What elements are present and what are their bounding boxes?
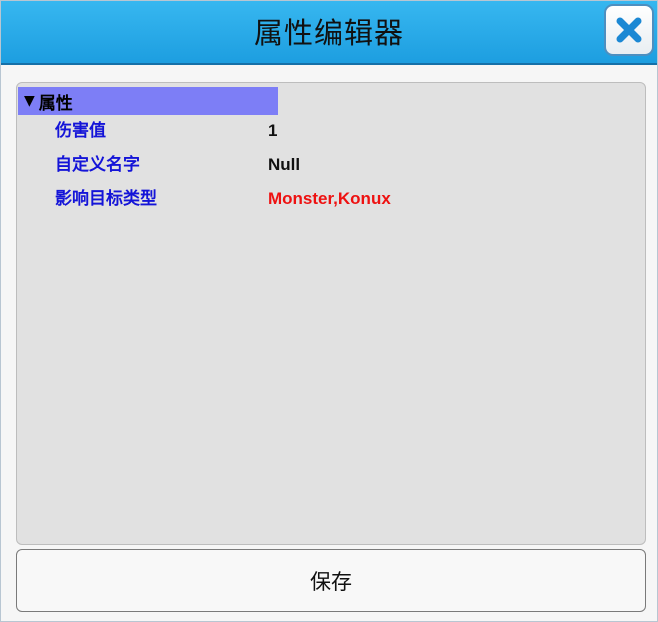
property-row-damage[interactable]: 伤害值 1 (17, 116, 645, 146)
property-row-custom-name[interactable]: 自定义名字 Null (17, 150, 645, 180)
title-bar: 属性编辑器 (1, 1, 657, 65)
close-icon (616, 17, 642, 43)
property-name: 自定义名字 (55, 155, 140, 175)
property-value[interactable]: 1 (268, 116, 277, 146)
window-title: 属性编辑器 (253, 16, 404, 50)
close-button[interactable] (604, 4, 654, 56)
save-button[interactable]: 保存 (16, 549, 646, 612)
property-row-target-type[interactable]: 影响目标类型 Monster,Konux (17, 184, 645, 214)
property-name: 影响目标类型 (55, 189, 157, 209)
triangle-down-icon[interactable]: ▼ (24, 93, 35, 109)
property-grid: ▼ 属性 伤害值 1 自定义名字 Null 影响目标类型 Monster,Kon… (16, 82, 646, 545)
property-value[interactable]: Monster,Konux (268, 184, 391, 214)
property-name: 伤害值 (55, 121, 106, 141)
property-group-label: 属性 (38, 93, 73, 114)
property-value[interactable]: Null (268, 150, 300, 180)
property-editor-window: 属性编辑器 ▼ 属性 伤害值 1 自定义名字 Null 影响目标类型 Monst… (0, 0, 658, 622)
property-group-header[interactable]: ▼ 属性 (18, 87, 278, 115)
